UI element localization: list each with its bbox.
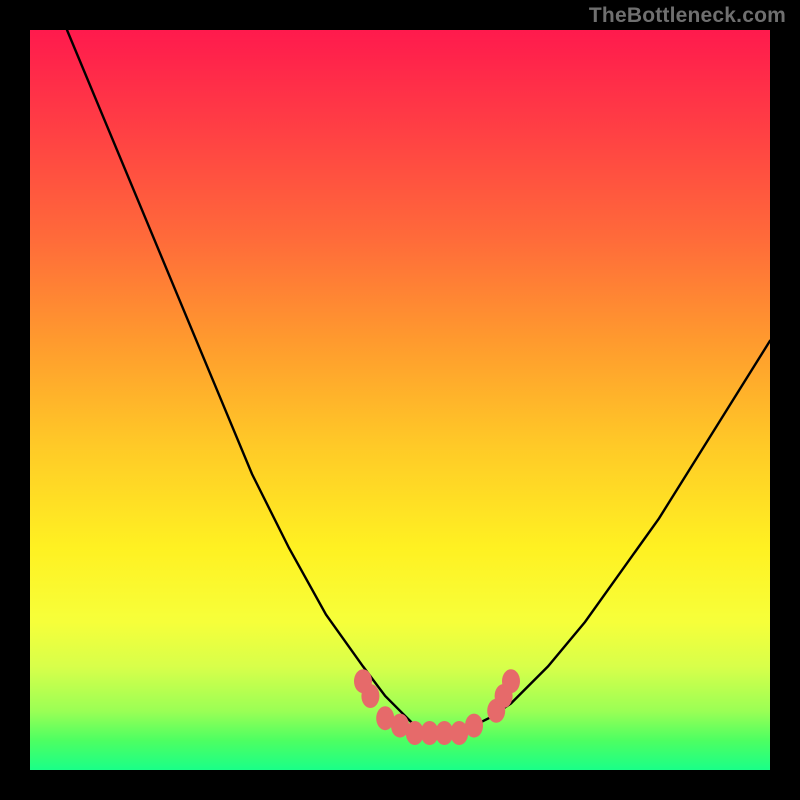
bead-marker: [465, 714, 483, 738]
trough-beads: [354, 669, 520, 745]
watermark-text: TheBottleneck.com: [589, 4, 786, 28]
bead-marker: [361, 684, 379, 708]
curve-svg: [30, 30, 770, 770]
plot-area: [30, 30, 770, 770]
bead-marker: [502, 669, 520, 693]
chart-frame: TheBottleneck.com: [0, 0, 800, 800]
bottleneck-curve-path: [67, 30, 770, 733]
